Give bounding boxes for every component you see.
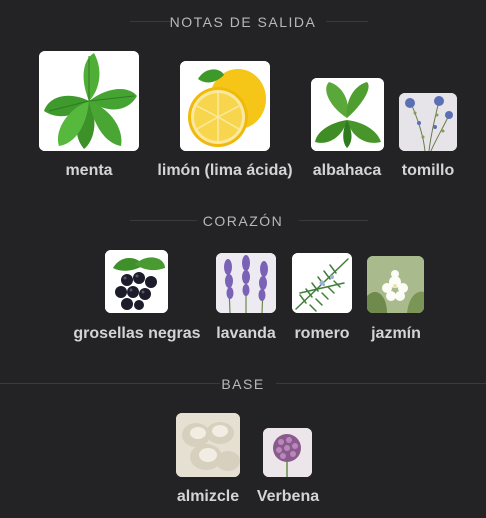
section-heart-header: CORAZÓN — [0, 210, 486, 230]
note-label: jazmín — [371, 325, 421, 342]
divider — [326, 21, 368, 22]
divider — [299, 220, 368, 221]
note-label: grosellas negras — [73, 325, 201, 342]
section-title-top: NOTAS DE SALIDA — [169, 14, 317, 30]
rosemary-icon — [292, 253, 352, 313]
note-label: Verbena — [256, 488, 320, 505]
musk-icon — [176, 413, 240, 477]
basil-icon — [311, 78, 384, 151]
lavender-icon — [216, 253, 276, 313]
verbena-icon — [263, 428, 312, 477]
lemon-icon — [180, 61, 270, 151]
section-top-header: NOTAS DE SALIDA — [0, 11, 486, 31]
thyme-icon — [399, 93, 457, 151]
note-label: limón (lima ácida) — [157, 162, 293, 179]
section-base-header: BASE — [0, 373, 486, 393]
divider — [276, 383, 486, 384]
note-label: menta — [65, 162, 113, 179]
mint-leaves-icon — [39, 51, 139, 151]
note-label: tomillo — [401, 162, 455, 179]
note-label: albahaca — [312, 162, 382, 179]
jasmine-icon — [367, 256, 424, 313]
blackcurrant-icon — [105, 250, 168, 313]
section-title-heart: CORAZÓN — [202, 213, 284, 229]
section-title-base: BASE — [221, 376, 265, 392]
